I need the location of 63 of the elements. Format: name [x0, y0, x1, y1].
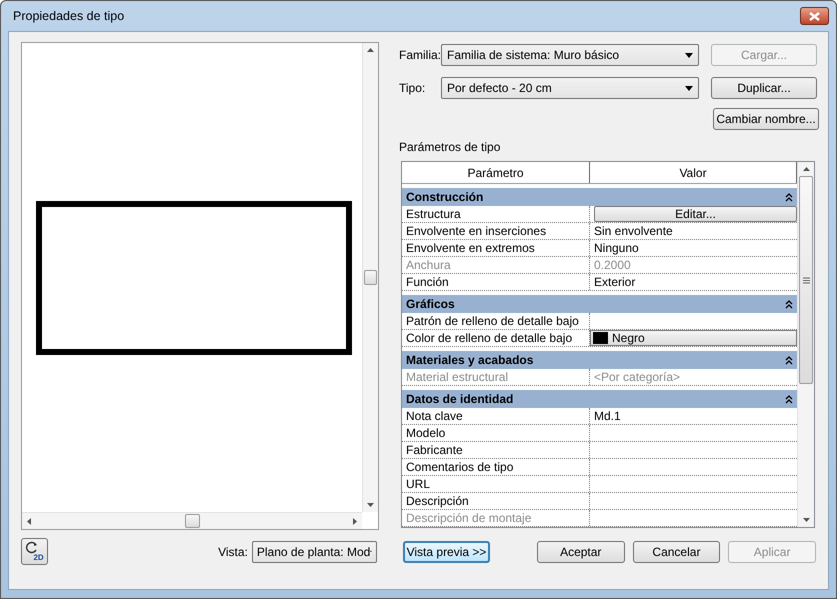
rotate-icon: [25, 541, 39, 555]
parameter-value: Sin envolvente: [594, 223, 673, 239]
vertical-scrollbar[interactable]: [362, 43, 378, 512]
parameter-value: Exterior: [594, 274, 636, 290]
group-header[interactable]: Construcción: [402, 188, 797, 206]
collapse-icon[interactable]: [785, 300, 793, 308]
group-header[interactable]: Materiales y acabados: [402, 351, 797, 369]
column-header[interactable]: Parámetro: [402, 162, 590, 183]
parameter-name: Descripción de montaje: [402, 510, 590, 526]
parameter-value: Ninguno: [594, 240, 639, 256]
parameter-name: Comentarios de tipo: [402, 459, 590, 475]
scroll-right-arrow-icon[interactable]: [353, 518, 357, 524]
cancel-button[interactable]: Cancelar: [632, 540, 720, 562]
color-name: Negro: [612, 330, 645, 346]
parameter-value: 0.2000: [594, 257, 631, 273]
parameter-name: Modelo: [402, 425, 590, 441]
close-icon: [809, 12, 820, 20]
type-label: Tipo:: [399, 80, 426, 97]
collapse-icon[interactable]: [785, 394, 793, 404]
parameter-name: Anchura: [402, 257, 590, 273]
view-dropdown[interactable]: Plano de planta: Mod: [252, 540, 378, 562]
caret-icon: [685, 86, 693, 90]
family-label: Familia:: [399, 47, 441, 64]
parameter-name: Descripción: [402, 493, 590, 509]
parameter-name: Envolvente en inserciones: [402, 223, 590, 239]
close-button[interactable]: [800, 7, 829, 25]
parameter-value: <Por categoría>: [594, 369, 680, 385]
scroll-thumb[interactable]: [799, 176, 813, 384]
preview-button[interactable]: Vista previa >>: [403, 540, 490, 562]
caret-icon: [685, 52, 693, 58]
family-dropdown[interactable]: Familia de sistema: Muro básico: [441, 44, 699, 66]
collapse-icon[interactable]: [785, 356, 793, 364]
parameter-name: Fabricante: [402, 442, 590, 458]
type-dropdown[interactable]: Por defecto - 20 cm: [441, 77, 699, 99]
edit-button[interactable]: Editar...: [594, 206, 797, 222]
scroll-thumb[interactable]: [184, 514, 200, 528]
horizontal-scrollbar[interactable]: [22, 512, 362, 529]
window-title: Propiedades de tipo: [13, 8, 124, 25]
parameter-name: Nota clave: [402, 408, 590, 424]
parameter-name: Material estructural: [402, 369, 590, 385]
scroll-up-arrow-icon[interactable]: [367, 48, 374, 52]
table-scrollbar[interactable]: [797, 162, 814, 527]
scroll-left-arrow-icon[interactable]: [27, 518, 31, 524]
scroll-thumb[interactable]: [364, 270, 377, 285]
rename-button[interactable]: Cambiar nombre...: [713, 108, 819, 130]
group-header[interactable]: Datos de identidad: [402, 390, 797, 408]
parameter-name: Envolvente en extremos: [402, 240, 590, 256]
section-title: Parámetros de tipo: [399, 139, 502, 156]
parameter-name: Función: [402, 274, 590, 290]
scroll-up-arrow-icon[interactable]: [802, 167, 810, 171]
view-label: Vista:: [218, 544, 248, 560]
parameter-name: Estructura: [402, 206, 590, 222]
view-2d-button[interactable]: 2D: [21, 538, 48, 565]
scroll-down-arrow-icon[interactable]: [802, 518, 810, 522]
parameter-name: URL: [402, 476, 590, 492]
parameter-name: Patrón de relleno de detalle bajo: [402, 313, 590, 329]
collapse-icon[interactable]: [785, 192, 793, 202]
parameter-value: Md.1: [594, 408, 621, 424]
group-header[interactable]: Gráficos: [402, 295, 797, 313]
color-picker-button[interactable]: Negro: [590, 330, 797, 346]
ok-button[interactable]: Aceptar: [536, 540, 625, 562]
scroll-down-arrow-icon[interactable]: [367, 503, 374, 507]
duplicate-button[interactable]: Duplicar...: [711, 77, 817, 99]
